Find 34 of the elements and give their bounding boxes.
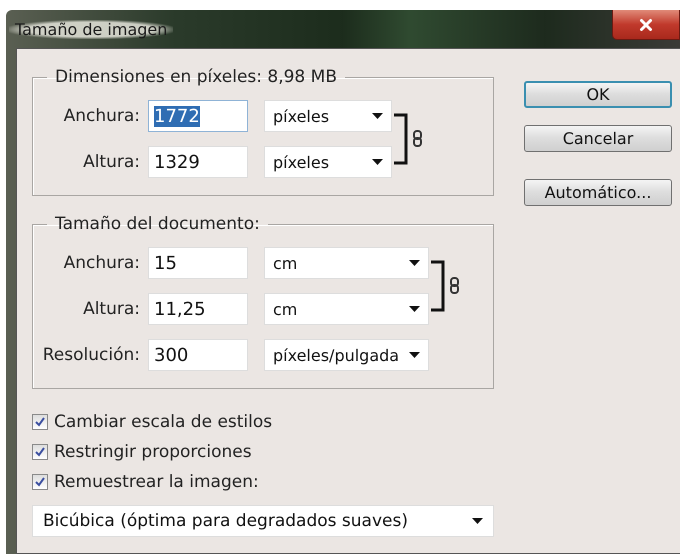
field-label: Anchura: xyxy=(62,253,140,273)
field-label: Altura: xyxy=(82,299,140,319)
checkbox-option[interactable]: Cambiar escala de estilos xyxy=(32,407,272,437)
dialog-button[interactable]: Cancelar xyxy=(524,125,672,152)
caret-icon xyxy=(372,159,383,165)
group-title: Tamaño del documento: xyxy=(54,214,261,234)
field-label: Resolución: xyxy=(42,345,140,365)
caret-icon xyxy=(409,306,420,312)
caret-icon xyxy=(472,518,483,524)
dialog-button[interactable]: Automático... xyxy=(524,179,672,206)
unit-dropdown[interactable]: cm xyxy=(264,293,429,325)
input-field[interactable]: 15 xyxy=(148,247,248,279)
unit-dropdown[interactable]: píxeles xyxy=(264,146,392,178)
unit-dropdown[interactable]: píxeles xyxy=(264,100,392,132)
input-field[interactable]: 1329 xyxy=(148,146,248,178)
checkbox-option[interactable]: Restringir proporciones xyxy=(32,437,252,467)
close-button[interactable] xyxy=(612,10,680,40)
field-label: Anchura: xyxy=(62,106,140,126)
field-label: Altura: xyxy=(82,152,140,172)
input-field[interactable]: 11,25 xyxy=(148,293,248,325)
checkmark-icon xyxy=(35,447,45,457)
checkmark-icon xyxy=(35,417,45,427)
input-field[interactable]: 300 xyxy=(148,339,248,371)
unit-dropdown[interactable]: píxeles/pulgada xyxy=(264,339,429,371)
dialog-button[interactable]: OK xyxy=(524,81,672,108)
group-title: Dimensiones en píxeles: 8,98 MB xyxy=(54,67,338,87)
resample-dropdown[interactable]: Bicúbica (óptima para degradados suaves) xyxy=(32,505,494,537)
checkmark-icon xyxy=(35,477,45,487)
caret-icon xyxy=(372,113,383,119)
caret-icon xyxy=(409,352,420,358)
input-field[interactable]: 1772 xyxy=(148,100,248,132)
checkbox-option[interactable]: Remuestrear la imagen: xyxy=(32,467,259,497)
caret-icon xyxy=(409,260,420,266)
unit-dropdown[interactable]: cm xyxy=(264,247,429,279)
